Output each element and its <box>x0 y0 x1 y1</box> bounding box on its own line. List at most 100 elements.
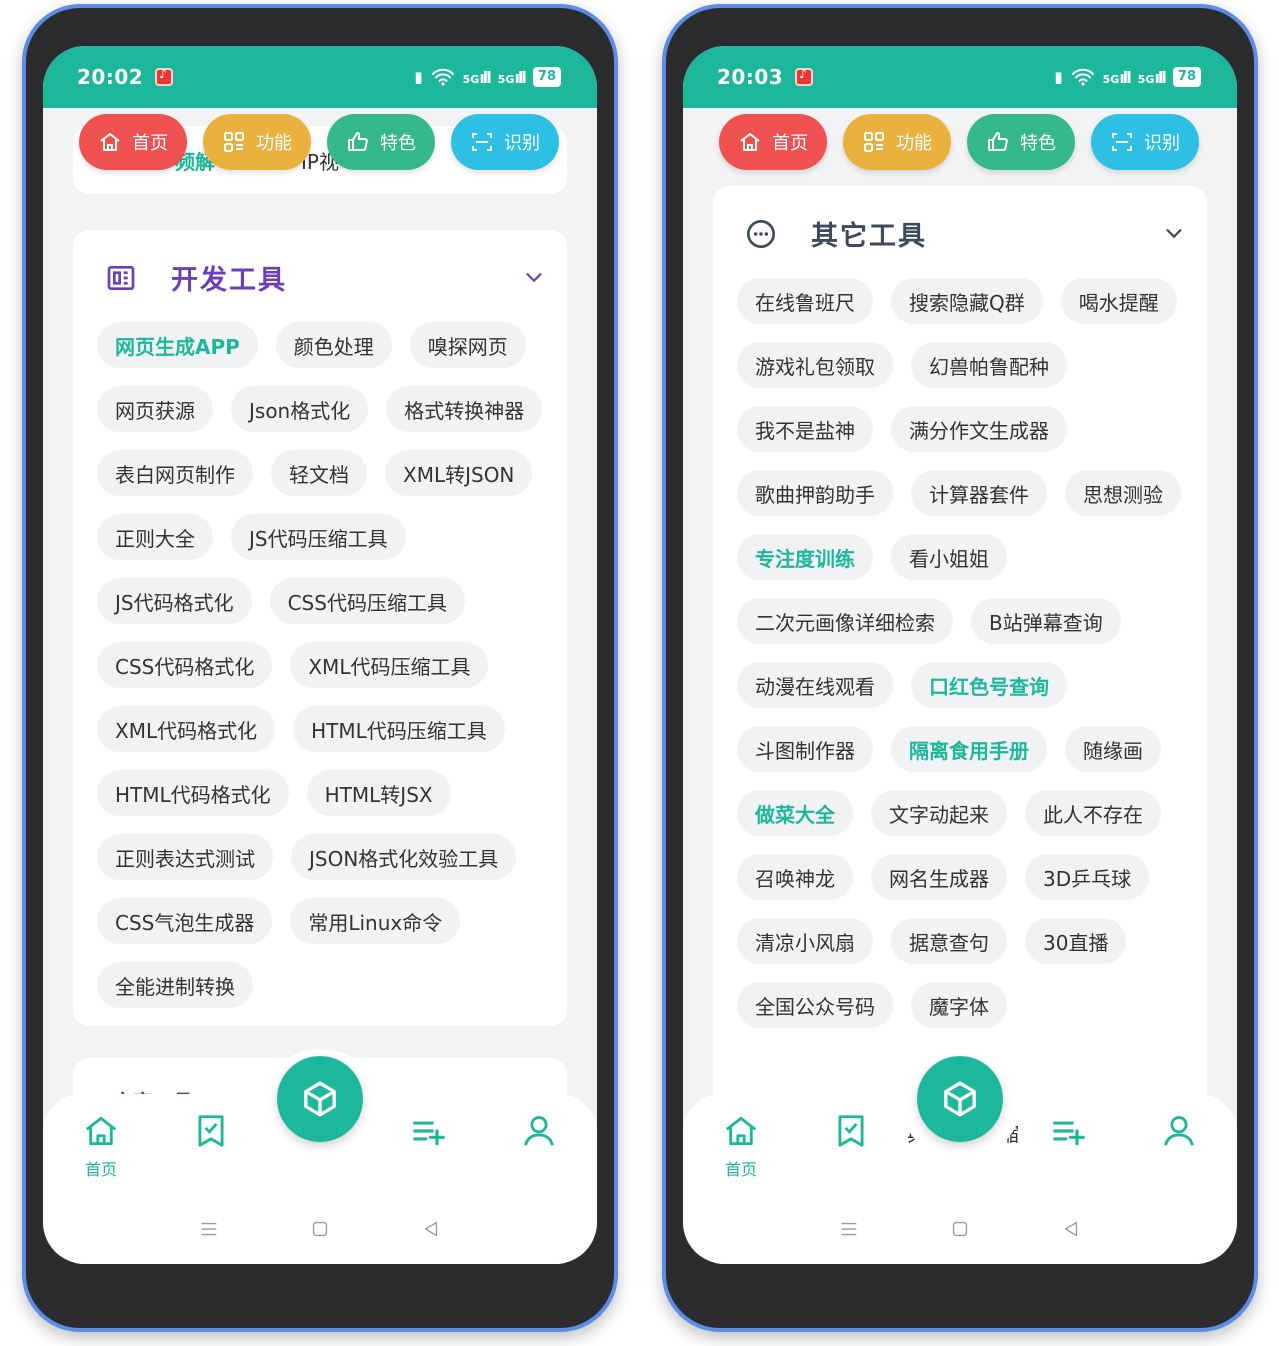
tool-chip[interactable]: 喝水提醒 <box>1060 278 1177 324</box>
user-icon <box>1164 1116 1194 1146</box>
bookmark-check-icon <box>838 1115 864 1147</box>
tool-chip[interactable]: JS代码压缩工具 <box>231 514 406 560</box>
tab-feature[interactable]: 特色 <box>967 114 1075 170</box>
tool-chip[interactable]: 魔字体 <box>911 982 1007 1028</box>
tool-chip[interactable]: 口红色号查询 <box>911 662 1067 708</box>
tool-chip[interactable]: B站弹幕查询 <box>971 598 1121 644</box>
tool-chip[interactable]: HTML代码格式化 <box>97 770 289 816</box>
tab-recognize[interactable]: 识别 <box>1091 114 1199 170</box>
wifi-icon <box>431 68 454 86</box>
dev-tools-chips: 网页生成APP 颜色处理 嗅探网页网页获源 Json格式化 格式转换神器表白网页制作 轻文… <box>97 322 557 1008</box>
tool-chip[interactable]: 据意查句 <box>891 918 1007 964</box>
nav-bookmark[interactable] <box>181 1112 241 1150</box>
tool-chip[interactable]: 表白网页制作 <box>97 450 253 496</box>
tab-feature[interactable]: 特色 <box>327 114 435 170</box>
home-square-icon[interactable] <box>949 1218 971 1240</box>
tool-chip[interactable]: 格式转换神器 <box>386 386 543 432</box>
top-tabs: 首页 功能 特色 识别 <box>683 114 1237 172</box>
tool-chip[interactable]: 思想测验 <box>1065 470 1181 516</box>
chevron-down-icon[interactable] <box>1163 222 1185 244</box>
tool-chip[interactable]: CSS代码压缩工具 <box>269 578 465 624</box>
tool-chip[interactable]: 随缘画 <box>1065 726 1161 772</box>
tool-chip[interactable]: 做菜大全 <box>737 790 853 836</box>
tool-chip[interactable]: 网页获源 <box>97 386 213 432</box>
tool-chip[interactable]: 嗅探网页 <box>409 322 526 368</box>
tool-chip[interactable]: JS代码格式化 <box>97 578 252 624</box>
nav-home[interactable]: 首页 <box>711 1112 771 1180</box>
nav-playlist-add[interactable] <box>1039 1112 1099 1150</box>
tool-chip[interactable]: HTML转JSX <box>306 770 451 816</box>
tab-recognize-label: 识别 <box>1144 133 1180 154</box>
tool-chip[interactable]: 满分作文生成器 <box>891 406 1067 452</box>
tool-chip[interactable]: 3D乒乓球 <box>1025 854 1150 900</box>
tool-chip[interactable]: HTML代码压缩工具 <box>293 706 505 752</box>
signal-icon-1: 5Gıll <box>462 67 492 87</box>
music-notification-icon <box>155 67 174 86</box>
tab-home[interactable]: 首页 <box>719 114 827 170</box>
tool-chip[interactable]: 网页生成APP <box>97 322 258 368</box>
tool-chip[interactable]: 文字动起来 <box>871 790 1007 836</box>
status-time: 20:02 <box>77 65 144 89</box>
tab-home[interactable]: 首页 <box>79 114 187 170</box>
tool-chip[interactable]: 隔离食用手册 <box>891 726 1047 772</box>
back-icon[interactable] <box>1060 1218 1082 1240</box>
tool-chip[interactable]: 正则表达式测试 <box>97 834 273 880</box>
tool-chip[interactable]: 全能进制转换 <box>97 962 253 1008</box>
tool-chip[interactable]: 网名生成器 <box>871 854 1007 900</box>
tool-chip[interactable]: 幻兽帕鲁配种 <box>911 342 1067 388</box>
tool-chip[interactable]: 计算器套件 <box>911 470 1047 516</box>
tool-chip[interactable]: XML转JSON <box>385 450 533 496</box>
more-circle-icon <box>747 219 775 248</box>
nav-bookmark[interactable] <box>821 1112 881 1150</box>
tool-chip[interactable]: 我不是盐神 <box>737 406 873 452</box>
tool-chip[interactable]: Json格式化 <box>231 386 369 432</box>
nav-home-label: 首页 <box>84 1160 117 1179</box>
dev-tools-header[interactable]: 开发工具 <box>105 258 287 297</box>
tool-chip[interactable]: 看小姐姐 <box>891 534 1007 580</box>
tool-chip[interactable]: CSS气泡生成器 <box>97 898 273 944</box>
tool-chip[interactable]: 二次元画像详细检索 <box>737 598 953 644</box>
tool-chip[interactable]: XML代码压缩工具 <box>290 642 489 688</box>
tab-function[interactable]: 功能 <box>203 114 311 170</box>
tool-chip[interactable]: 动漫在线观看 <box>737 662 893 708</box>
tool-chip[interactable]: 常用Linux命令 <box>290 898 461 944</box>
tool-chip[interactable]: 召唤神龙 <box>737 854 853 900</box>
tool-chip[interactable]: 歌曲押韵助手 <box>737 470 893 516</box>
menu-icon[interactable] <box>198 1218 220 1240</box>
chevron-down-icon[interactable] <box>523 266 545 288</box>
other-tools-card: 其它工具 在线鲁班尺 搜索隐藏Q群 喝水提醒游戏礼包领取 幻兽帕鲁配种 我不是盐神 满分作… <box>713 186 1207 1126</box>
back-icon[interactable] <box>420 1218 442 1240</box>
tool-chip[interactable]: 游戏礼包领取 <box>737 342 893 388</box>
tool-chip[interactable]: 清凉小风扇 <box>737 918 873 964</box>
tool-chip[interactable]: 专注度训练 <box>737 534 873 580</box>
tool-chip[interactable]: 在线鲁班尺 <box>737 278 873 324</box>
center-fab-button[interactable] <box>277 1056 363 1142</box>
tab-function[interactable]: 功能 <box>843 114 951 170</box>
battery-indicator: 78 <box>1172 67 1201 87</box>
home-square-icon[interactable] <box>309 1218 331 1240</box>
tool-chip[interactable]: JSON格式化效验工具 <box>291 834 517 880</box>
nav-home[interactable]: 首页 <box>71 1112 131 1180</box>
dev-tools-card: 开发工具 网页生成APP 颜色处理 嗅探网页网页获源 Json格式化 格式转换神器表白网… <box>73 230 567 1026</box>
tool-chip[interactable]: 30直播 <box>1025 918 1127 964</box>
signal-icon-1: 5Gıll <box>1102 67 1132 87</box>
tool-chip[interactable]: 斗图制作器 <box>737 726 873 772</box>
tool-chip[interactable]: XML代码格式化 <box>97 706 276 752</box>
tab-recognize[interactable]: 识别 <box>451 114 559 170</box>
tool-chip[interactable]: 颜色处理 <box>275 322 392 368</box>
tool-chip[interactable]: 搜索隐藏Q群 <box>891 278 1043 324</box>
menu-icon[interactable] <box>838 1218 860 1240</box>
tool-chip[interactable]: 此人不存在 <box>1025 790 1161 836</box>
dashboard-icon <box>107 265 135 290</box>
tool-chip[interactable]: 正则大全 <box>97 514 213 560</box>
tool-chip[interactable]: 全国公众号码 <box>737 982 893 1028</box>
status-bar: 20:03 ▮ 5Gıll 5Gıll 78 <box>683 46 1237 108</box>
nav-playlist-add[interactable] <box>399 1112 459 1150</box>
nav-profile[interactable] <box>1149 1112 1209 1150</box>
other-tools-header[interactable]: 其它工具 <box>745 214 927 253</box>
screen-right: 20:03 ▮ 5Gıll 5Gıll 78 首页 功能 特色 <box>683 46 1237 1264</box>
tool-chip[interactable]: CSS代码格式化 <box>97 642 273 688</box>
tool-chip[interactable]: 轻文档 <box>271 450 367 496</box>
nav-profile[interactable] <box>509 1112 569 1150</box>
center-fab-button[interactable] <box>917 1056 1003 1142</box>
